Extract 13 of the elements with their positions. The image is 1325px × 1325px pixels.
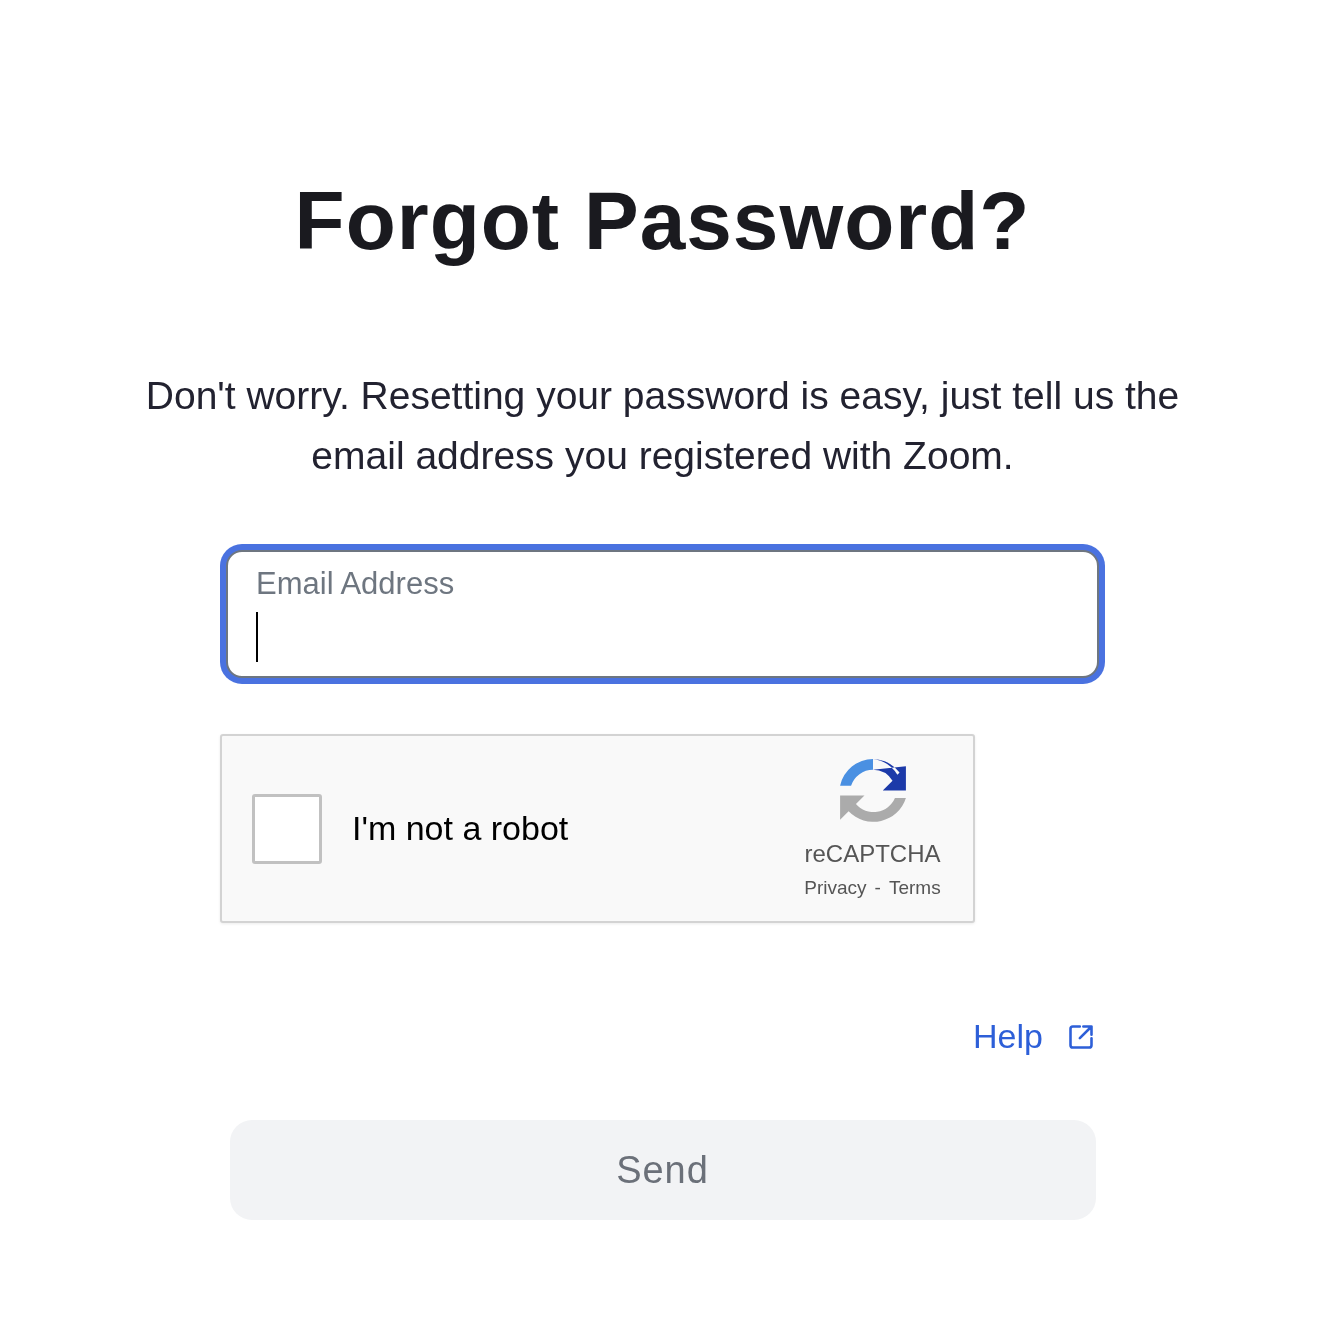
separator-text: - — [874, 876, 881, 901]
terms-link[interactable]: Terms — [888, 874, 941, 903]
checkbox[interactable] — [252, 793, 322, 864]
email-field[interactable]: Email Address — [226, 550, 1099, 678]
recaptcha-brand: reCAPTCHA — [804, 840, 941, 869]
field-label: Email Address — [256, 565, 456, 603]
description-text: Don't worry. Resetting your password is easy, just tell us the email address you registered with Zoom. — [144, 373, 1181, 479]
checkbox-label: I'm not a robot — [352, 808, 569, 849]
page-title: Forgot Password? — [294, 176, 1031, 266]
text-cursor — [256, 612, 258, 662]
help-link[interactable]: Help — [973, 1011, 1095, 1062]
external-link-icon — [1067, 1022, 1095, 1051]
privacy-link[interactable]: Privacy — [804, 874, 867, 903]
